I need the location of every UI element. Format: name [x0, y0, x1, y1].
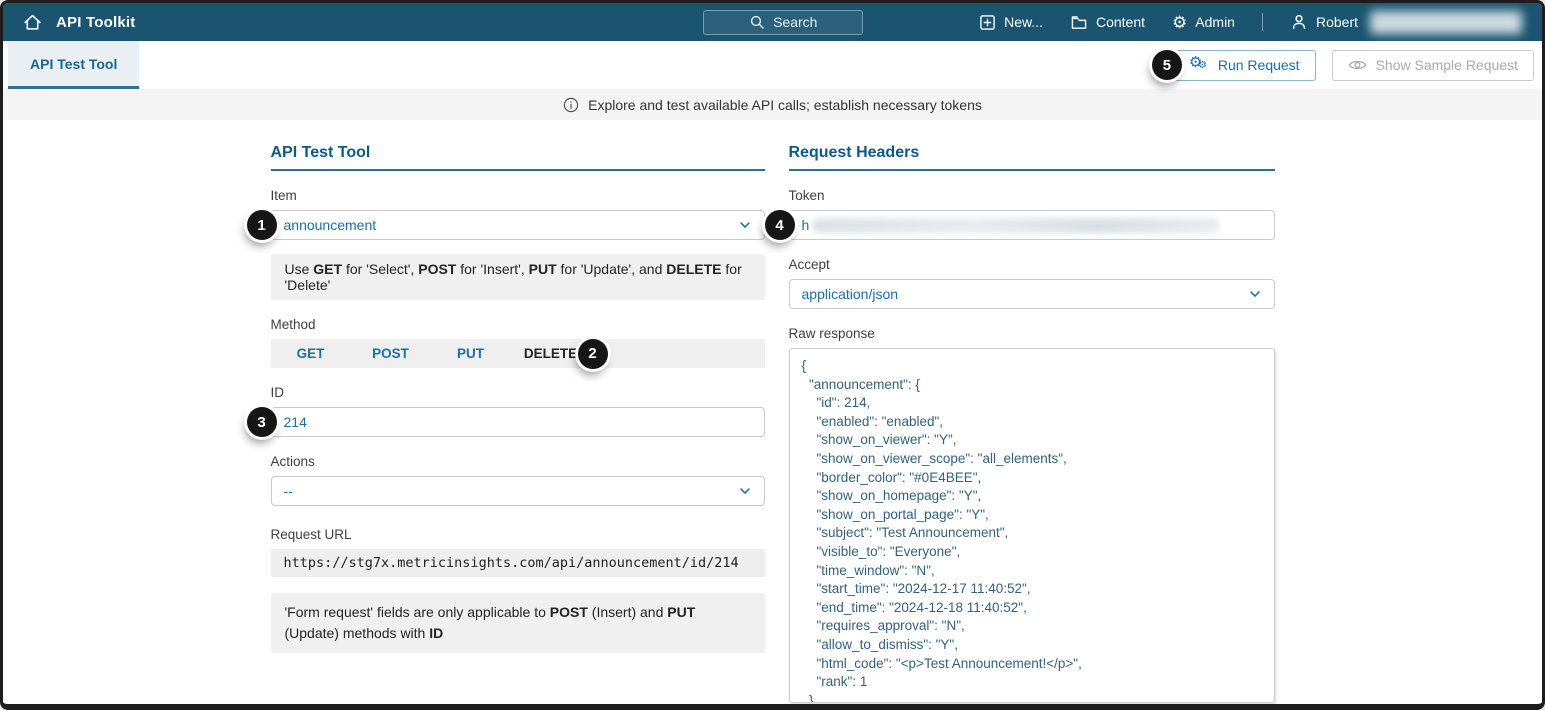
gear-icon: ⚙	[1172, 12, 1188, 32]
callout-badge-2: 2	[577, 338, 608, 369]
user-first-name: Robert	[1315, 14, 1358, 30]
search-label: Search	[773, 14, 818, 30]
api-test-tool-panel: API Test Tool Item 1 announcement Use GE…	[246, 144, 765, 703]
top-nav-links: New... Content ⚙ Admin Robert	[979, 10, 1522, 34]
gears-icon: ⚙ ⚙	[1188, 54, 1207, 71]
info-text: Explore and test available API calls; es…	[588, 96, 982, 113]
request-url-value: https://stg7x.metricinsights.com/api/ann…	[270, 549, 765, 577]
search-input[interactable]: Search	[703, 9, 864, 35]
nav-item-user[interactable]: Robert	[1290, 10, 1522, 34]
actions-label: Actions	[270, 454, 315, 469]
form-request-note: 'Form request' fields are only applicabl…	[270, 593, 765, 653]
method-option-post[interactable]: POST	[351, 346, 431, 361]
nav-item-content[interactable]: Content	[1070, 14, 1145, 31]
raw-response-json: { "announcement": { "id": 214, "enabled"…	[801, 358, 1082, 703]
callout-badge-1: 1	[246, 210, 277, 240]
accept-select-value: application/json	[801, 286, 899, 302]
brand: API Toolkit	[23, 13, 135, 32]
folder-icon	[1070, 14, 1088, 31]
chevron-down-icon	[738, 484, 752, 498]
nav-label-admin: Admin	[1195, 14, 1235, 30]
token-value-prefix: h	[801, 217, 810, 233]
tab-actions: 5 ⚙ ⚙ Run Request Show Sample Request	[1151, 41, 1542, 89]
item-select[interactable]: announcement	[270, 210, 765, 240]
search-icon	[749, 14, 765, 30]
method-option-put[interactable]: PUT	[431, 346, 511, 361]
run-request-label: Run Request	[1217, 57, 1300, 73]
tab-api-test-tool[interactable]: API Test Tool	[8, 41, 140, 89]
plus-square-icon	[979, 14, 996, 31]
accept-select[interactable]: application/json	[788, 279, 1275, 309]
callout-badge-5: 5	[1151, 50, 1182, 80]
method-hint: Use GET for 'Select', POST for 'Insert',…	[270, 254, 765, 300]
show-sample-request-button[interactable]: Show Sample Request	[1331, 49, 1534, 81]
user-last-name-redacted	[1370, 10, 1522, 34]
nav-item-admin[interactable]: ⚙ Admin	[1172, 14, 1235, 31]
callout-badge-4: 4	[764, 210, 795, 240]
chevron-down-icon	[738, 218, 752, 232]
item-label: Item	[270, 188, 297, 203]
top-navigation-bar: API Toolkit Search New... Content ⚙ Admi…	[3, 3, 1542, 41]
info-icon	[563, 97, 579, 113]
show-sample-request-label: Show Sample Request	[1375, 57, 1518, 73]
method-option-get[interactable]: GET	[271, 346, 351, 361]
method-selector: GET POST PUT DELETE 2	[270, 338, 765, 369]
eye-icon	[1347, 58, 1367, 72]
home-icon[interactable]	[23, 13, 42, 32]
panel-title-api-test-tool: API Test Tool	[270, 144, 765, 171]
id-label: ID	[270, 385, 285, 400]
token-value-redacted	[812, 217, 1220, 233]
info-bar: Explore and test available API calls; es…	[3, 89, 1542, 120]
item-select-value: announcement	[283, 217, 377, 233]
api-toolkit-window: API Toolkit Search New... Content ⚙ Admi…	[0, 0, 1545, 710]
token-input[interactable]: h	[788, 210, 1275, 240]
chevron-down-icon	[1248, 287, 1262, 301]
id-input[interactable]: 214	[270, 407, 765, 437]
accept-label: Accept	[788, 257, 830, 272]
nav-label-new: New...	[1004, 14, 1043, 30]
run-request-button[interactable]: ⚙ ⚙ Run Request	[1172, 49, 1316, 81]
request-url-label: Request URL	[270, 527, 352, 542]
id-input-value: 214	[283, 414, 307, 430]
raw-response-box[interactable]: { "announcement": { "id": 214, "enabled"…	[788, 348, 1275, 703]
actions-select[interactable]: --	[270, 476, 765, 506]
callout-badge-3: 3	[246, 407, 277, 437]
tab-label: API Test Tool	[30, 55, 118, 72]
nav-item-new[interactable]: New...	[979, 14, 1043, 31]
app-title: API Toolkit	[56, 13, 136, 31]
method-label: Method	[270, 317, 316, 332]
actions-select-value: --	[283, 483, 293, 499]
nav-divider	[1261, 13, 1263, 31]
nav-label-content: Content	[1095, 14, 1146, 30]
panel-title-request-headers: Request Headers	[788, 144, 1275, 171]
tab-bar: API Test Tool 5 ⚙ ⚙ Run Request Show Samp…	[3, 41, 1542, 89]
request-headers-panel: Request Headers Token 4 h Accept applica…	[764, 144, 1275, 703]
user-icon	[1290, 13, 1308, 31]
raw-response-label: Raw response	[788, 326, 875, 341]
main-content: API Test Tool Item 1 announcement Use GE…	[3, 120, 1542, 703]
token-label: Token	[788, 188, 825, 203]
